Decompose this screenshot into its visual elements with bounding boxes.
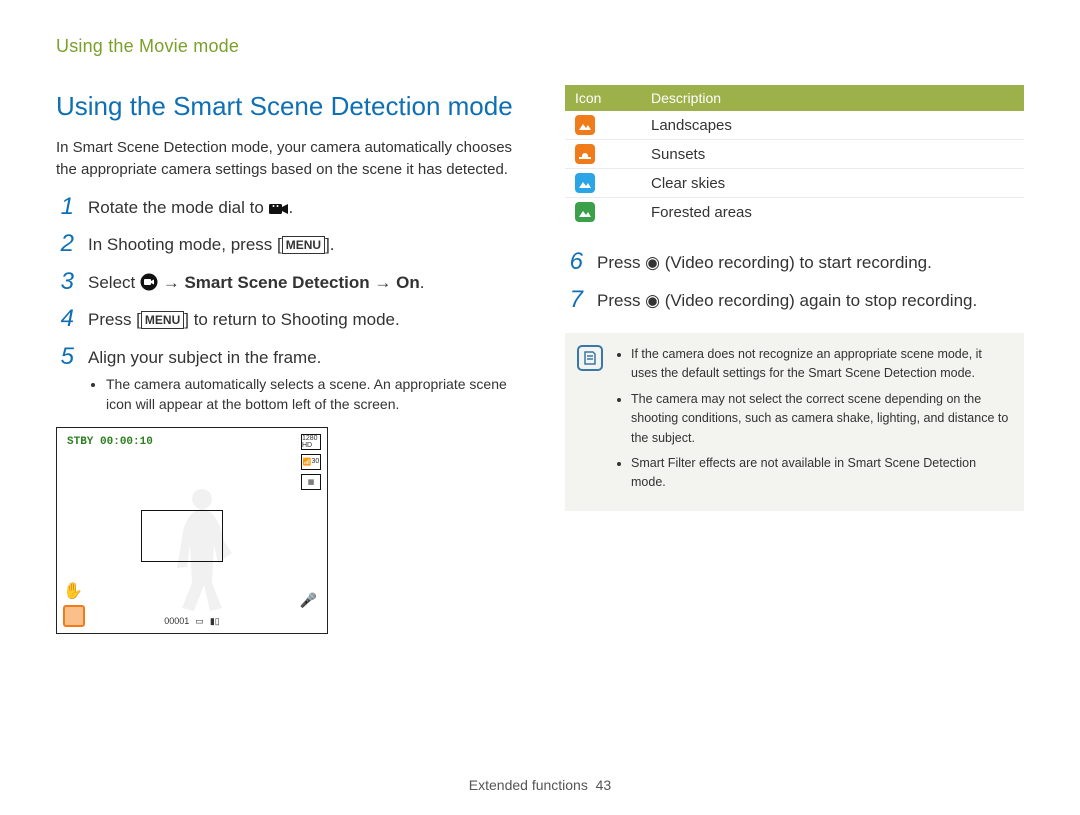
- sub-bullet: The camera automatically selects a scene…: [106, 374, 515, 415]
- step-7: 7 Press ◉ (Video recording) again to sto…: [565, 288, 1024, 314]
- note-item: Smart Filter effects are not available i…: [631, 454, 1010, 493]
- step-body: Select → Smart Scene Detection → On.: [88, 270, 515, 296]
- time-label: 00:00:10: [100, 436, 153, 448]
- arrow: →: [370, 273, 396, 292]
- step-text: In Shooting mode, press [: [88, 235, 282, 254]
- step-text-post: .: [420, 273, 425, 292]
- landscape-icon: [575, 115, 595, 135]
- note-item: The camera may not select the correct sc…: [631, 390, 1010, 448]
- hd-badge: 1280 HD: [301, 434, 321, 450]
- table-cell-label: Sunsets: [641, 140, 1024, 169]
- stby-label: STBY: [67, 436, 93, 448]
- step-6: 6 Press ◉ (Video recording) to start rec…: [565, 250, 1024, 276]
- section-title: Using the Smart Scene Detection mode: [56, 91, 515, 122]
- movie-mode-icon: [269, 202, 289, 216]
- steps-list-right: 6 Press ◉ (Video recording) to start rec…: [565, 250, 1024, 313]
- table-row: Forested areas: [565, 198, 1024, 227]
- menu-key: MENU: [141, 311, 184, 329]
- step-number: 7: [565, 288, 583, 312]
- camera-preview: STBY 00:00:10 1280 HD 📶30 ▦ ✋: [56, 427, 328, 634]
- arrow: →: [163, 273, 185, 292]
- preview-right-icons: 1280 HD 📶30 ▦: [301, 434, 321, 490]
- step-text-post: ].: [325, 235, 334, 254]
- step-3: 3 Select → Smart Scene Detection → On.: [56, 270, 515, 296]
- focus-rectangle: [141, 510, 223, 562]
- step-4: 4 Press [MENU] to return to Shooting mod…: [56, 307, 515, 333]
- step-number: 5: [56, 345, 74, 369]
- content-columns: Using the Smart Scene Detection mode In …: [56, 85, 1024, 634]
- storage-icon: ▭: [195, 616, 204, 627]
- step-number: 4: [56, 307, 74, 331]
- table-row: Sunsets: [565, 140, 1024, 169]
- table-row: Clear skies: [565, 169, 1024, 198]
- settings-badge: ▦: [301, 474, 321, 490]
- step-number: 6: [565, 250, 583, 274]
- breadcrumb: Using the Movie mode: [56, 36, 1024, 57]
- intro-paragraph: In Smart Scene Detection mode, your came…: [56, 137, 515, 181]
- right-column: Icon Description Landscapes Sunsets: [565, 85, 1024, 634]
- note-box: If the camera does not recognize an appr…: [565, 333, 1024, 511]
- note-item: If the camera does not recognize an appr…: [631, 345, 1010, 384]
- footer-page-number: 43: [596, 777, 612, 793]
- preview-status: STBY 00:00:10: [67, 436, 153, 448]
- table-header-icon: Icon: [565, 85, 641, 111]
- shots-remaining: 00001: [164, 616, 189, 626]
- step-bold-2: On: [396, 273, 420, 292]
- step-number: 2: [56, 232, 74, 256]
- step-body: Press ◉ (Video recording) to start recor…: [597, 250, 1024, 276]
- step-bold-1: Smart Scene Detection: [184, 273, 369, 292]
- sunset-icon: [575, 144, 595, 164]
- step-body: Press [MENU] to return to Shooting mode.: [88, 307, 515, 333]
- left-column: Using the Smart Scene Detection mode In …: [56, 85, 515, 634]
- note-icon: [577, 345, 603, 371]
- table-cell-label: Forested areas: [641, 198, 1024, 227]
- scene-description-table: Icon Description Landscapes Sunsets: [565, 85, 1024, 226]
- forest-icon: [575, 202, 595, 222]
- step-text: Press [: [88, 310, 141, 329]
- preview-bottom-bar: 00001 ▭ ▮▯: [57, 616, 327, 627]
- step-text: Align your subject in the frame.: [88, 348, 321, 367]
- step-5: 5 Align your subject in the frame. The c…: [56, 345, 515, 415]
- page-root: Using the Movie mode Using the Smart Sce…: [0, 0, 1080, 815]
- step-text: Select: [88, 273, 140, 292]
- step-number: 3: [56, 270, 74, 294]
- steps-list: 1 Rotate the mode dial to .: [56, 195, 515, 415]
- ois-icon: ✋: [63, 581, 85, 601]
- page-footer: Extended functions 43: [0, 777, 1080, 793]
- step-body: Press ◉ (Video recording) again to stop …: [597, 288, 1024, 314]
- clear-sky-icon: [575, 173, 595, 193]
- step-body: Align your subject in the frame. The cam…: [88, 345, 515, 415]
- step-1: 1 Rotate the mode dial to .: [56, 195, 515, 221]
- step-number: 1: [56, 195, 74, 219]
- note-list: If the camera does not recognize an appr…: [615, 345, 1010, 493]
- microphone-icon: 🎤: [300, 592, 317, 609]
- table-cell-label: Landscapes: [641, 111, 1024, 140]
- step-sub-bullets: The camera automatically selects a scene…: [106, 374, 515, 415]
- menu-key: MENU: [282, 236, 325, 254]
- step-text-post: .: [289, 198, 294, 217]
- step-2: 2 In Shooting mode, press [MENU].: [56, 232, 515, 258]
- table-row: Landscapes: [565, 111, 1024, 140]
- step-text-post: ] to return to Shooting mode.: [184, 310, 399, 329]
- battery-icon: ▮▯: [210, 616, 220, 627]
- table-cell-label: Clear skies: [641, 169, 1024, 198]
- step-body: Rotate the mode dial to .: [88, 195, 515, 221]
- table-header-desc: Description: [641, 85, 1024, 111]
- movie-settings-icon: [140, 273, 158, 291]
- footer-label: Extended functions: [469, 777, 588, 793]
- step-text: Rotate the mode dial to: [88, 198, 269, 217]
- step-body: In Shooting mode, press [MENU].: [88, 232, 515, 258]
- fps-badge: 📶30: [301, 454, 321, 470]
